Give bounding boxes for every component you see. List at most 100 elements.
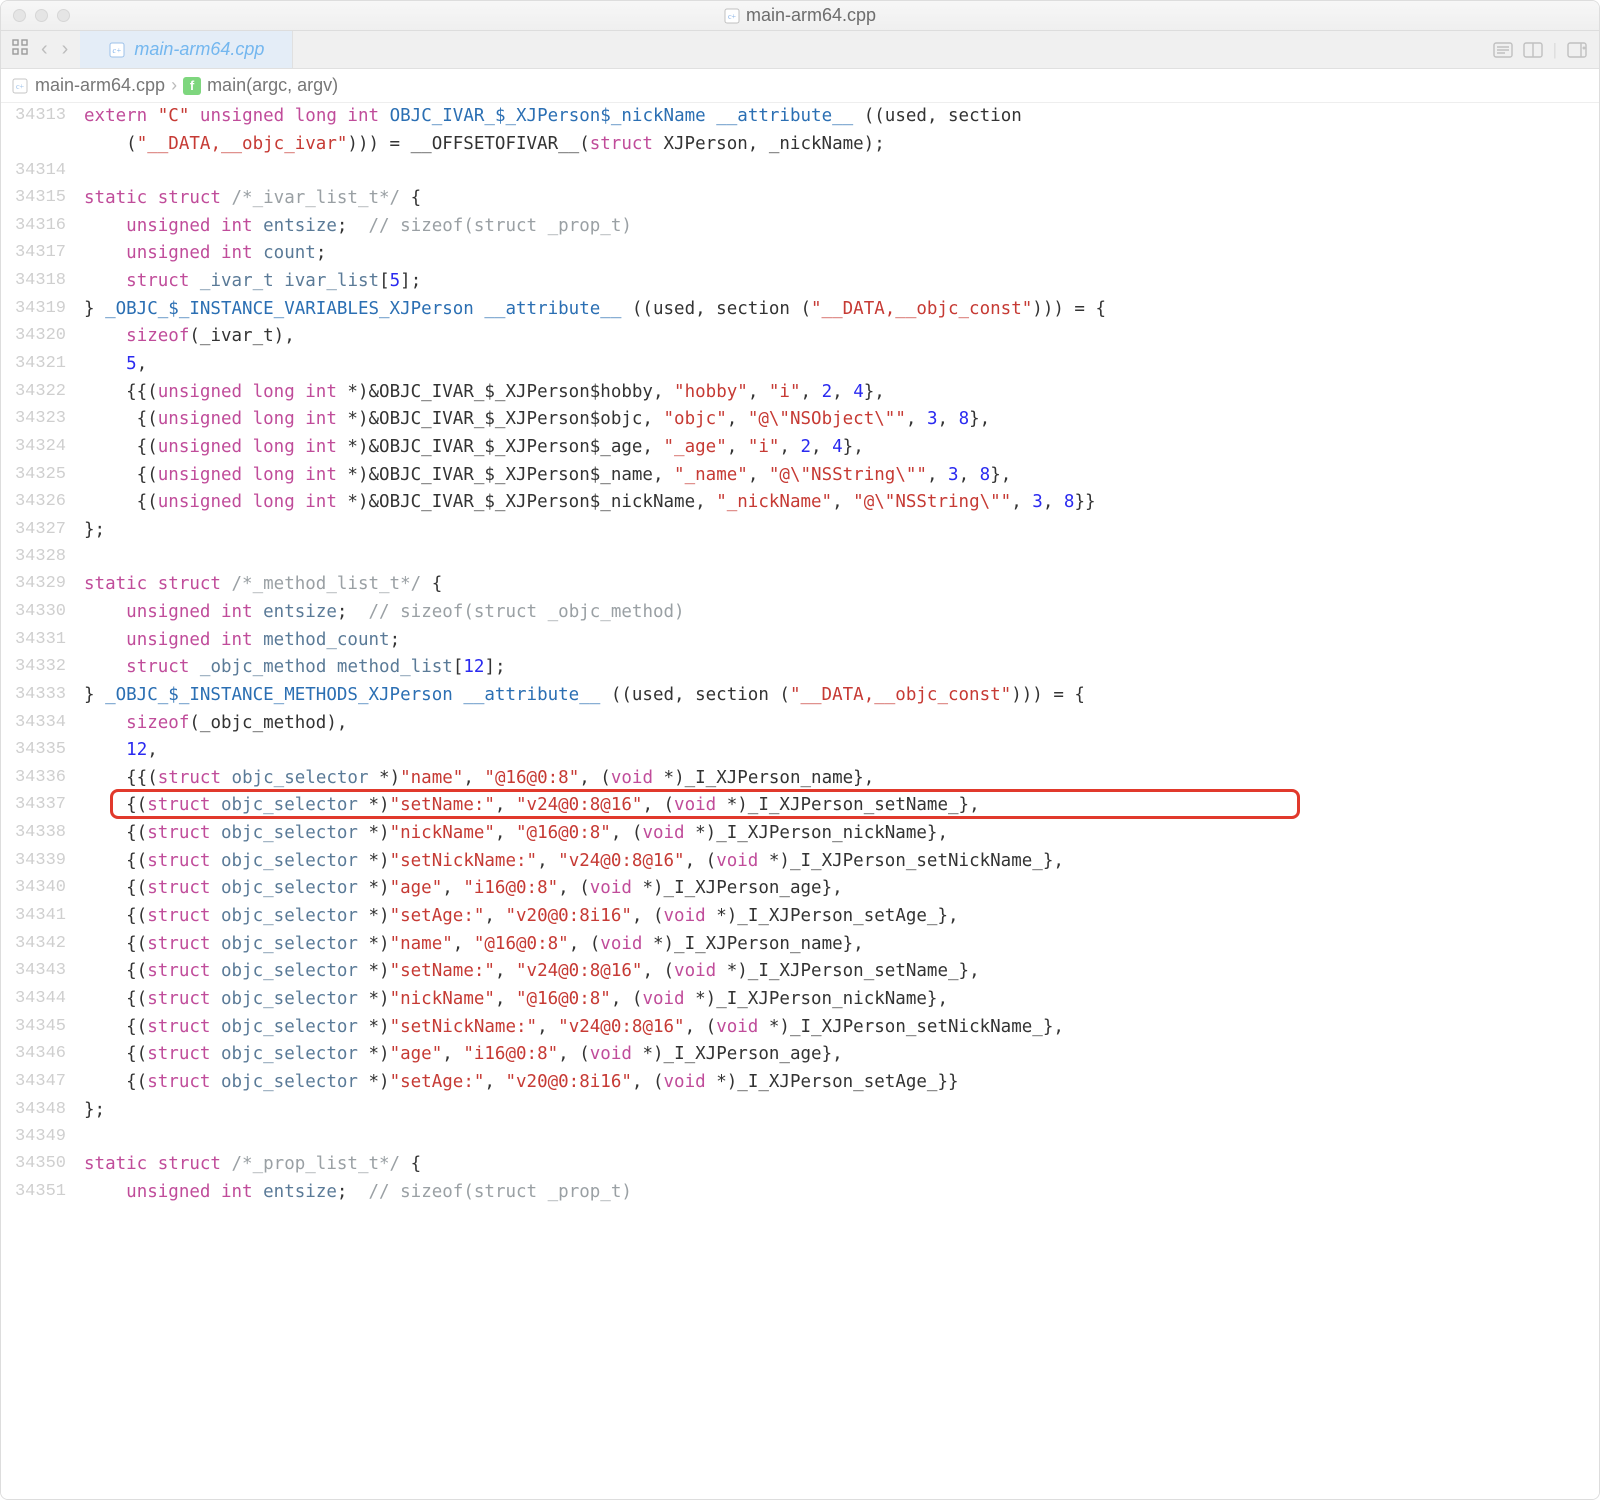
code-line[interactable]: 34326 {(unsigned long int *)&OBJC_IVAR_$… <box>1 489 1599 517</box>
line-number: 34327 <box>1 517 76 545</box>
code-line[interactable]: 34314 <box>1 158 1599 185</box>
code-line[interactable]: 34336 {{(struct objc_selector *)"name", … <box>1 765 1599 793</box>
code-line[interactable]: 34328 <box>1 544 1599 571</box>
code-line[interactable]: 34321 5, <box>1 351 1599 379</box>
nav-forward-icon[interactable]: › <box>60 38 71 61</box>
code-line[interactable]: 34313extern "C" unsigned long int OBJC_I… <box>1 103 1599 131</box>
code-line[interactable]: 34318 struct _ivar_t ivar_list[5]; <box>1 268 1599 296</box>
code-line[interactable]: 34349 <box>1 1124 1599 1151</box>
code-area[interactable]: 34313extern "C" unsigned long int OBJC_I… <box>1 103 1599 1499</box>
line-content[interactable]: {(unsigned long int *)&OBJC_IVAR_$_XJPer… <box>76 489 1599 517</box>
line-content[interactable]: }; <box>76 1097 1599 1125</box>
line-number: 34345 <box>1 1014 76 1042</box>
line-content[interactable]: 12, <box>76 737 1599 765</box>
tab-label: main-arm64.cpp <box>134 39 264 60</box>
code-line[interactable]: 34335 12, <box>1 737 1599 765</box>
line-content[interactable]: }; <box>76 517 1599 545</box>
line-number: 34341 <box>1 903 76 931</box>
line-content[interactable]: } _OBJC_$_INSTANCE_VARIABLES_XJPerson __… <box>76 296 1599 324</box>
line-content[interactable]: struct _objc_method method_list[12]; <box>76 654 1599 682</box>
code-line[interactable]: 34320 sizeof(_ivar_t), <box>1 323 1599 351</box>
line-content[interactable]: unsigned int count; <box>76 240 1599 268</box>
line-content[interactable]: static struct /*_method_list_t*/ { <box>76 571 1599 599</box>
code-line[interactable]: 34338 {(struct objc_selector *)"nickName… <box>1 820 1599 848</box>
line-content[interactable]: {(struct objc_selector *)"age", "i16@0:8… <box>76 1041 1599 1069</box>
line-content[interactable]: 5, <box>76 351 1599 379</box>
add-editor-icon[interactable] <box>1567 42 1587 58</box>
line-content[interactable]: {(unsigned long int *)&OBJC_IVAR_$_XJPer… <box>76 406 1599 434</box>
line-content[interactable]: {(struct objc_selector *)"setAge:", "v20… <box>76 903 1599 931</box>
code-line[interactable]: 34325 {(unsigned long int *)&OBJC_IVAR_$… <box>1 462 1599 490</box>
breadcrumb-bar[interactable]: c+ main-arm64.cpp › f main(argc, argv) <box>1 69 1599 103</box>
code-line[interactable]: 34315static struct /*_ivar_list_t*/ { <box>1 185 1599 213</box>
line-content[interactable]: {(struct objc_selector *)"setNickName:",… <box>76 848 1599 876</box>
code-editor[interactable]: 34313extern "C" unsigned long int OBJC_I… <box>1 103 1599 1499</box>
line-number <box>1 131 76 159</box>
code-line[interactable]: 34316 unsigned int entsize; // sizeof(st… <box>1 213 1599 241</box>
line-content[interactable]: unsigned int entsize; // sizeof(struct _… <box>76 1179 1599 1207</box>
code-line[interactable]: 34345 {(struct objc_selector *)"setNickN… <box>1 1014 1599 1042</box>
line-content[interactable]: {(struct objc_selector *)"nickName", "@1… <box>76 820 1599 848</box>
line-content[interactable]: {(struct objc_selector *)"nickName", "@1… <box>76 986 1599 1014</box>
line-content[interactable]: {{(unsigned long int *)&OBJC_IVAR_$_XJPe… <box>76 379 1599 407</box>
code-line[interactable]: 34340 {(struct objc_selector *)"age", "i… <box>1 875 1599 903</box>
line-content[interactable]: unsigned int method_count; <box>76 627 1599 655</box>
code-line[interactable]: 34333} _OBJC_$_INSTANCE_METHODS_XJPerson… <box>1 682 1599 710</box>
code-line[interactable]: 34351 unsigned int entsize; // sizeof(st… <box>1 1179 1599 1207</box>
code-line[interactable]: 34319} _OBJC_$_INSTANCE_VARIABLES_XJPers… <box>1 296 1599 324</box>
line-content[interactable]: {(struct objc_selector *)"age", "i16@0:8… <box>76 875 1599 903</box>
line-content[interactable]: {{(struct objc_selector *)"name", "@16@0… <box>76 765 1599 793</box>
line-content[interactable] <box>76 544 1599 571</box>
line-number: 34321 <box>1 351 76 379</box>
line-number: 34335 <box>1 737 76 765</box>
code-line[interactable]: 34343 {(struct objc_selector *)"setName:… <box>1 958 1599 986</box>
code-line[interactable]: 34323 {(unsigned long int *)&OBJC_IVAR_$… <box>1 406 1599 434</box>
code-line[interactable]: 34339 {(struct objc_selector *)"setNickN… <box>1 848 1599 876</box>
code-line[interactable]: 34342 {(struct objc_selector *)"name", "… <box>1 931 1599 959</box>
code-line[interactable]: 34344 {(struct objc_selector *)"nickName… <box>1 986 1599 1014</box>
line-content[interactable] <box>76 1124 1599 1151</box>
line-content[interactable]: {(struct objc_selector *)"setName:", "v2… <box>76 792 1599 820</box>
editor-options-icon[interactable] <box>1493 42 1513 58</box>
code-line[interactable]: 34341 {(struct objc_selector *)"setAge:"… <box>1 903 1599 931</box>
code-line[interactable]: ("__DATA,__objc_ivar"))) = __OFFSETOFIVA… <box>1 131 1599 159</box>
breadcrumb-file[interactable]: main-arm64.cpp <box>35 75 165 96</box>
code-line[interactable]: 34331 unsigned int method_count; <box>1 627 1599 655</box>
code-line[interactable]: 34327}; <box>1 517 1599 545</box>
line-content[interactable]: {(unsigned long int *)&OBJC_IVAR_$_XJPer… <box>76 434 1599 462</box>
code-line[interactable]: 34317 unsigned int count; <box>1 240 1599 268</box>
line-content[interactable]: static struct /*_prop_list_t*/ { <box>76 1151 1599 1179</box>
code-line[interactable]: 34347 {(struct objc_selector *)"setAge:"… <box>1 1069 1599 1097</box>
line-content[interactable]: static struct /*_ivar_list_t*/ { <box>76 185 1599 213</box>
line-content[interactable]: {(struct objc_selector *)"name", "@16@0:… <box>76 931 1599 959</box>
line-content[interactable]: struct _ivar_t ivar_list[5]; <box>76 268 1599 296</box>
code-line[interactable]: 34350static struct /*_prop_list_t*/ { <box>1 1151 1599 1179</box>
code-line[interactable]: 34346 {(struct objc_selector *)"age", "i… <box>1 1041 1599 1069</box>
code-line[interactable]: 34334 sizeof(_objc_method), <box>1 710 1599 738</box>
line-number: 34337 <box>1 792 76 820</box>
line-content[interactable]: {(struct objc_selector *)"setAge:", "v20… <box>76 1069 1599 1097</box>
line-content[interactable]: unsigned int entsize; // sizeof(struct _… <box>76 213 1599 241</box>
code-line[interactable]: 34348}; <box>1 1097 1599 1125</box>
line-content[interactable]: extern "C" unsigned long int OBJC_IVAR_$… <box>76 103 1599 131</box>
tab-main-arm64[interactable]: c+ main-arm64.cpp <box>80 31 293 68</box>
line-content[interactable]: sizeof(_ivar_t), <box>76 323 1599 351</box>
line-content[interactable]: sizeof(_objc_method), <box>76 710 1599 738</box>
code-line[interactable]: 34337 {(struct objc_selector *)"setName:… <box>1 792 1599 820</box>
line-content[interactable]: unsigned int entsize; // sizeof(struct _… <box>76 599 1599 627</box>
nav-back-icon[interactable]: ‹ <box>39 38 50 61</box>
code-line[interactable]: 34322 {{(unsigned long int *)&OBJC_IVAR_… <box>1 379 1599 407</box>
line-content[interactable]: } _OBJC_$_INSTANCE_METHODS_XJPerson __at… <box>76 682 1599 710</box>
line-content[interactable]: {(unsigned long int *)&OBJC_IVAR_$_XJPer… <box>76 462 1599 490</box>
code-line[interactable]: 34332 struct _objc_method method_list[12… <box>1 654 1599 682</box>
adjust-editor-icon[interactable] <box>1523 42 1543 58</box>
code-line[interactable]: 34324 {(unsigned long int *)&OBJC_IVAR_$… <box>1 434 1599 462</box>
line-content[interactable]: {(struct objc_selector *)"setNickName:",… <box>76 1014 1599 1042</box>
related-items-icon[interactable] <box>11 38 29 61</box>
line-content[interactable] <box>76 158 1599 185</box>
code-line[interactable]: 34330 unsigned int entsize; // sizeof(st… <box>1 599 1599 627</box>
code-line[interactable]: 34329static struct /*_method_list_t*/ { <box>1 571 1599 599</box>
line-content[interactable]: ("__DATA,__objc_ivar"))) = __OFFSETOFIVA… <box>76 131 1599 159</box>
line-content[interactable]: {(struct objc_selector *)"setName:", "v2… <box>76 958 1599 986</box>
breadcrumb-symbol[interactable]: main(argc, argv) <box>207 75 338 96</box>
